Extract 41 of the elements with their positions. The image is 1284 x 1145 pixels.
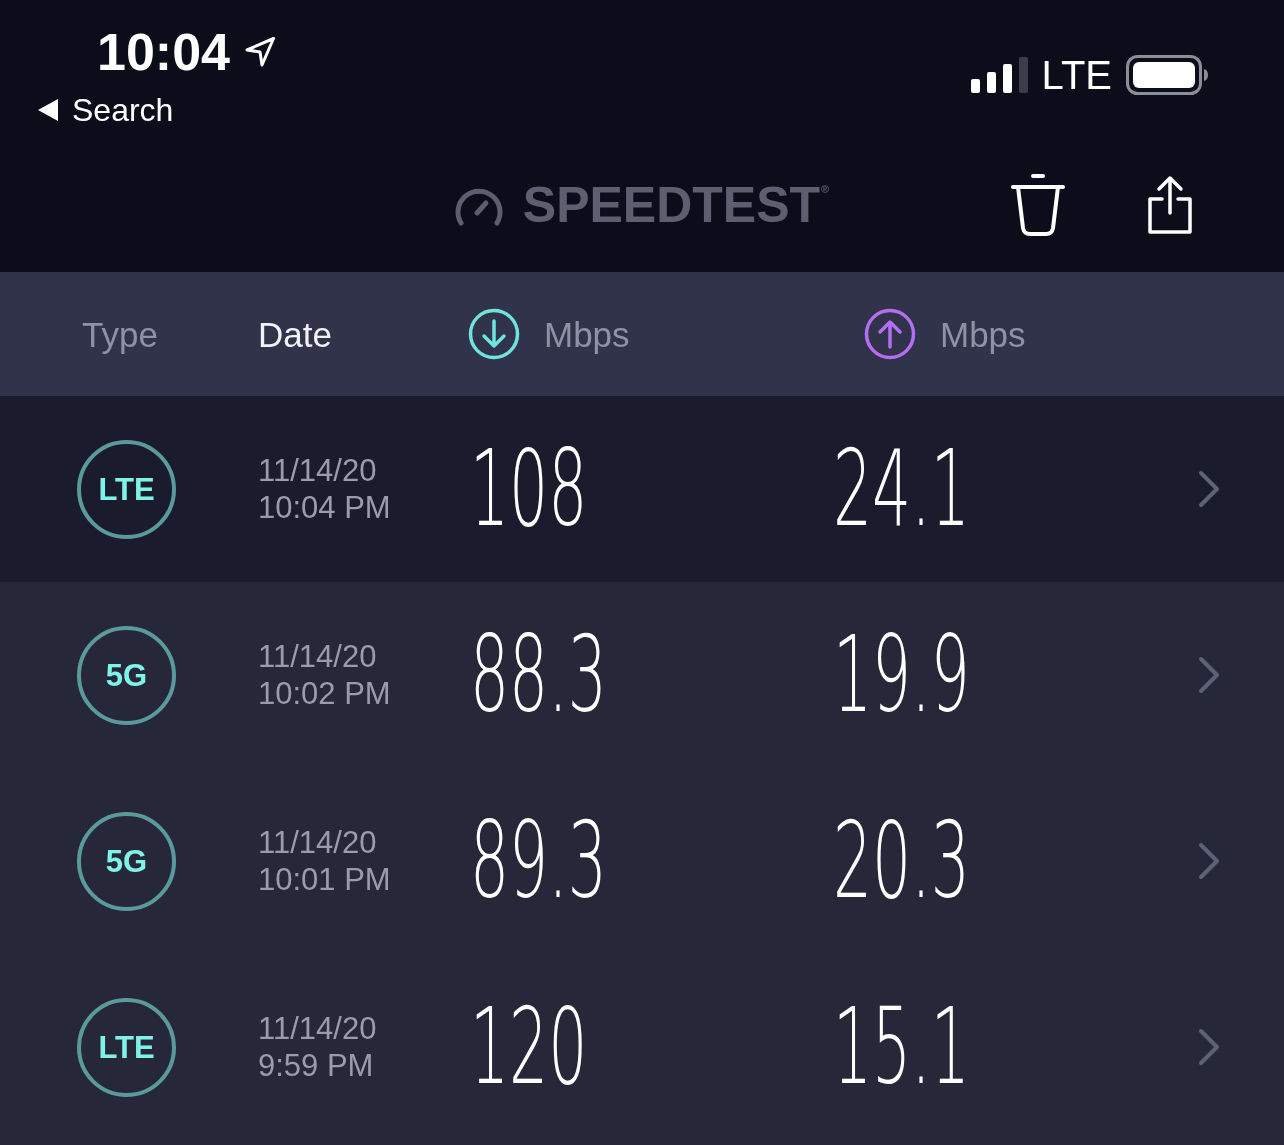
speed-value: 15.1 — [833, 994, 970, 1100]
clock-time: 10:04 — [97, 26, 230, 78]
back-triangle-icon — [38, 99, 58, 121]
column-heading[interactable]: Type — [82, 316, 158, 352]
column-heading[interactable]: Date — [258, 316, 332, 352]
speed-value: 19.9 — [833, 622, 970, 728]
speed-value: 120 — [470, 994, 588, 1100]
network-label: LTE — [1041, 54, 1112, 95]
test-time: 9:59 PM — [258, 1050, 374, 1081]
test-time: 10:02 PM — [258, 678, 391, 709]
network-type-badge: LTE — [77, 997, 176, 1097]
signal-icon — [970, 56, 1028, 93]
app-title: SPEEDTEST$^{®}$ — [522, 176, 831, 235]
test-date: 11/14/20 — [258, 827, 377, 858]
download-icon — [468, 308, 520, 360]
battery-icon — [1126, 54, 1208, 95]
test-time: 10:01 PM — [258, 864, 391, 895]
chevron-right-icon — [1198, 1028, 1220, 1066]
test-date: 11/14/20 — [258, 1013, 377, 1044]
test-date: 11/14/20 — [258, 641, 377, 672]
result-row[interactable]: LTE 11/14/20 10:04 PM 108 24.1 — [0, 396, 1284, 582]
trash-icon[interactable] — [1008, 173, 1068, 237]
network-type-badge: LTE — [77, 439, 176, 539]
speed-value: 20.3 — [833, 808, 970, 914]
test-time: 10:04 PM — [258, 492, 391, 523]
speed-value: 108 — [470, 436, 588, 542]
speed-value: 88.3 — [470, 622, 607, 728]
share-icon[interactable] — [1146, 175, 1194, 235]
speed-value: 24.1 — [833, 436, 970, 542]
chevron-right-icon — [1198, 470, 1220, 508]
back-link[interactable]: Search — [38, 94, 174, 126]
speed-value: 89.3 — [470, 808, 607, 914]
network-type-badge: 5G — [77, 811, 176, 911]
chevron-right-icon — [1198, 842, 1220, 880]
upload-icon — [864, 308, 916, 360]
column-heading[interactable]: Mbps — [940, 316, 1026, 352]
network-type-badge: 5G — [77, 625, 176, 725]
chevron-right-icon — [1198, 656, 1220, 694]
column-heading[interactable]: Mbps — [544, 316, 630, 352]
test-date: 11/14/20 — [258, 455, 377, 486]
location-arrow-icon — [244, 36, 276, 68]
